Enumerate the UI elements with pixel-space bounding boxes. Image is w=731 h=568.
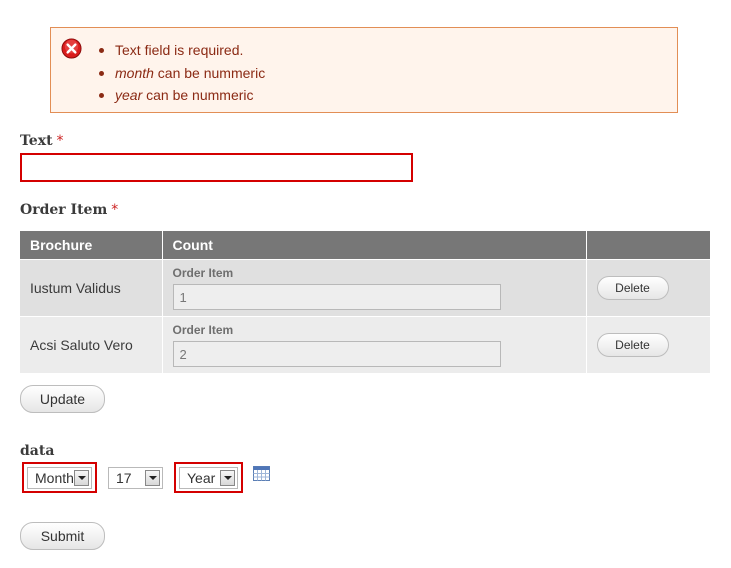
count-input[interactable] <box>172 341 501 367</box>
year-select[interactable]: Year <box>179 467 238 489</box>
required-mark: * <box>56 133 64 149</box>
error-message-box: Text field is required. month can be num… <box>50 27 678 113</box>
count-input[interactable] <box>172 284 501 310</box>
day-select[interactable]: 17 <box>108 467 163 489</box>
month-select-value: Month <box>35 470 74 486</box>
order-item-label: Order Item * <box>20 202 119 218</box>
count-cell: Order Item <box>162 316 587 373</box>
table-row: Acsi Saluto Vero Order Item Delete <box>20 316 710 373</box>
error-list: Text field is required. month can be num… <box>99 39 265 107</box>
day-select-wrapper: 17 <box>108 467 163 489</box>
month-select-wrapper: Month <box>22 462 97 493</box>
data-field-label: data <box>20 443 55 459</box>
table-row: Iustum Validus Order Item Delete <box>20 259 710 317</box>
column-header-brochure: Brochure <box>20 231 163 260</box>
column-header-count: Count <box>162 231 587 260</box>
order-item-table: Brochure Count Iustum Validus Order Item… <box>20 231 710 373</box>
actions-cell: Delete <box>586 316 710 373</box>
count-cell: Order Item <box>162 259 587 317</box>
error-item: month can be nummeric <box>99 62 265 85</box>
text-field-label: Text * <box>20 133 64 149</box>
year-select-value: Year <box>187 470 216 486</box>
count-label: Order Item <box>172 266 234 280</box>
delete-button[interactable]: Delete <box>596 276 669 300</box>
error-item: year can be nummeric <box>99 84 265 107</box>
dropdown-arrow-icon <box>220 470 235 486</box>
calendar-icon[interactable] <box>253 466 270 481</box>
text-input[interactable] <box>20 153 413 182</box>
actions-cell: Delete <box>586 259 710 317</box>
error-icon <box>61 38 82 59</box>
update-button[interactable]: Update <box>20 385 105 413</box>
year-select-wrapper: Year <box>174 462 243 493</box>
dropdown-arrow-icon <box>74 470 89 486</box>
brochure-cell: Acsi Saluto Vero <box>20 316 163 373</box>
count-label: Order Item <box>172 323 234 337</box>
brochure-cell: Iustum Validus <box>20 259 163 317</box>
column-header-actions <box>586 231 710 260</box>
day-select-value: 17 <box>116 470 132 486</box>
submit-button[interactable]: Submit <box>20 522 105 550</box>
dropdown-arrow-icon <box>145 470 160 486</box>
delete-button[interactable]: Delete <box>596 333 669 357</box>
required-mark: * <box>111 202 119 218</box>
month-select[interactable]: Month <box>27 467 92 489</box>
error-item: Text field is required. <box>99 39 265 62</box>
table-header-row: Brochure Count <box>20 231 710 260</box>
